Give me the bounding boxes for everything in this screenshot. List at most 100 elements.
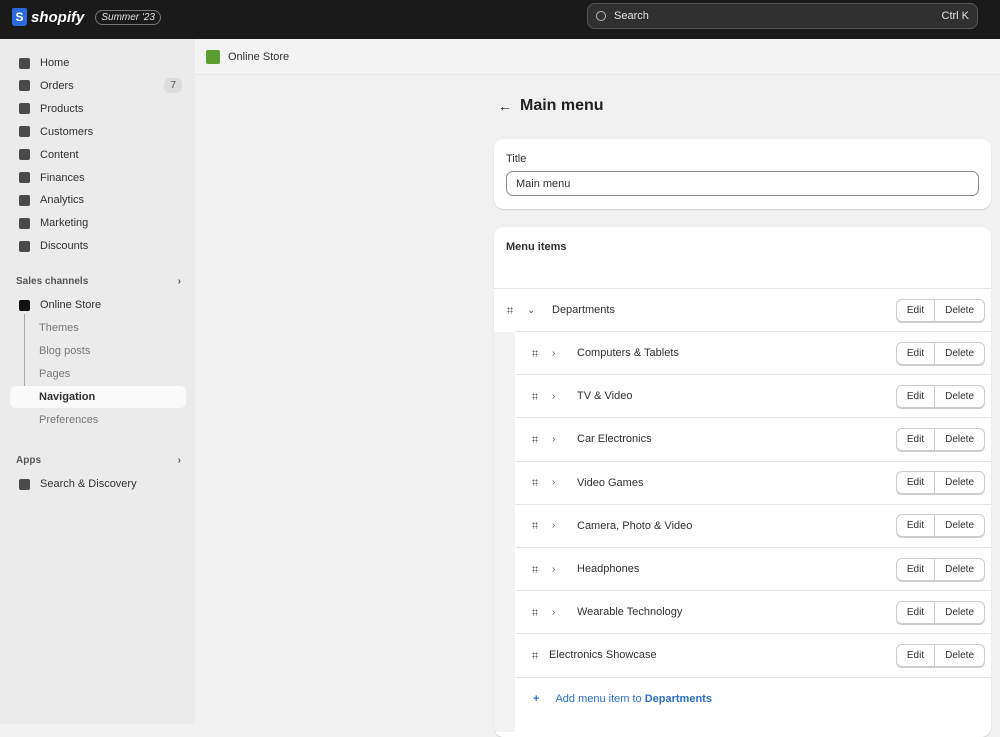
breadcrumb[interactable]: Online Store <box>195 39 1000 75</box>
delete-button[interactable]: Delete <box>934 601 984 623</box>
sidebar-item-label: Home <box>40 57 70 69</box>
sidebar-item-label: Navigation <box>39 390 96 403</box>
delete-button[interactable]: Delete <box>934 472 984 494</box>
search-icon <box>596 11 606 21</box>
sidebar-item-label: Finances <box>40 171 85 184</box>
drag-handle-icon[interactable] <box>532 435 538 443</box>
menu-item-row[interactable]: Electronics Showcase Edit Delete <box>515 633 991 677</box>
sidebar-item-themes[interactable]: Themes <box>10 317 186 339</box>
sidebar-item-label: Customers <box>40 125 94 138</box>
sales-channels-header[interactable]: Sales channels › <box>16 276 181 287</box>
sidebar-item-blog-posts[interactable]: Blog posts <box>10 340 186 362</box>
shopify-logo[interactable]: S shopify Summer '23 <box>12 8 161 26</box>
delete-button[interactable]: Delete <box>934 342 984 364</box>
menu-item-row[interactable]: › Headphones Edit Delete <box>515 547 991 590</box>
delete-button[interactable]: Delete <box>934 385 984 407</box>
sidebar-item-preferences[interactable]: Preferences <box>10 409 186 431</box>
edit-button[interactable]: Edit <box>897 602 934 623</box>
sidebar-item-pages[interactable]: Pages <box>10 363 186 385</box>
drag-handle-icon[interactable] <box>532 608 538 616</box>
sidebar-item-navigation[interactable]: Navigation <box>10 385 186 408</box>
menu-item-label: Wearable Technology <box>577 606 683 619</box>
chevron-right-icon[interactable]: › <box>552 391 562 402</box>
top-bar: S shopify Summer '23 Search Ctrl K <box>0 0 1000 39</box>
target-icon <box>19 217 30 229</box>
home-icon <box>19 57 30 69</box>
row-actions: Edit Delete <box>895 471 985 495</box>
delete-button[interactable]: Delete <box>934 428 984 450</box>
sidebar-item-finances[interactable]: Finances <box>10 167 186 189</box>
edit-button[interactable]: Edit <box>897 386 934 407</box>
row-actions: Edit Delete <box>895 600 985 624</box>
delete-button[interactable]: Delete <box>934 299 984 321</box>
row-actions: Edit Delete <box>895 427 985 451</box>
delete-button[interactable]: Delete <box>934 515 984 537</box>
sidebar-item-search-discovery[interactable]: Search & Discovery <box>10 473 186 495</box>
back-arrow-icon[interactable]: ← <box>498 98 512 114</box>
sidebar-item-label: Preferences <box>39 413 99 426</box>
sidebar-item-online-store[interactable]: Online Store <box>10 294 186 316</box>
menu-item-row[interactable]: › Video Games Edit Delete <box>515 460 991 504</box>
sidebar-item-customers[interactable]: Customers <box>10 121 186 143</box>
chevron-right-icon[interactable]: › <box>552 348 562 359</box>
sidebar-item-discounts[interactable]: Discounts <box>10 235 186 257</box>
edit-button[interactable]: Edit <box>897 429 934 450</box>
drag-handle-icon[interactable] <box>532 522 538 530</box>
chevron-right-icon[interactable]: › <box>552 434 562 445</box>
sidebar-item-marketing[interactable]: Marketing <box>10 212 186 234</box>
sidebar-item-content[interactable]: Content <box>10 144 186 166</box>
sidebar-item-label: Themes <box>39 322 79 334</box>
edit-button[interactable]: Edit <box>897 645 934 666</box>
menu-item-row-departments[interactable]: ⌄ Departments Edit Delete <box>494 288 991 331</box>
add-menu-item-button[interactable]: + Add menu item to Departments <box>515 677 991 720</box>
bar-chart-icon <box>19 194 30 206</box>
drag-handle-icon[interactable] <box>532 479 538 487</box>
edit-button[interactable]: Edit <box>897 515 934 536</box>
menu-item-row[interactable]: › Camera, Photo & Video Edit Delete <box>515 503 991 547</box>
sidebar-item-label: Orders <box>40 79 74 92</box>
drag-handle-icon[interactable] <box>532 565 538 573</box>
menu-item-row[interactable]: › Computers & Tablets Edit Delete <box>515 331 991 374</box>
edit-button[interactable]: Edit <box>897 343 934 364</box>
store-icon <box>19 299 30 311</box>
search-shortcut: Ctrl K <box>941 10 970 22</box>
title-value: Main menu <box>516 177 571 190</box>
sidebar-item-analytics[interactable]: Analytics <box>10 189 186 211</box>
chevron-down-icon[interactable]: ⌄ <box>527 305 537 316</box>
title-label: Title <box>506 153 527 165</box>
edit-button[interactable]: Edit <box>897 559 934 580</box>
drag-handle-icon[interactable] <box>532 349 538 357</box>
sidebar-item-home[interactable]: Home <box>10 52 186 74</box>
breadcrumb-label: Online Store <box>228 50 290 63</box>
image-icon <box>19 149 30 161</box>
chevron-right-icon[interactable]: › <box>552 564 562 575</box>
menu-item-row[interactable]: › TV & Video Edit Delete <box>515 374 991 418</box>
menu-item-label: Camera, Photo & Video <box>577 519 693 532</box>
sidebar-item-label: Search & Discovery <box>40 478 137 490</box>
menu-item-label: Electronics Showcase <box>549 649 657 662</box>
sidebar-item-orders[interactable]: Orders 7 <box>10 75 186 97</box>
delete-button[interactable]: Delete <box>934 558 984 580</box>
delete-button[interactable]: Delete <box>934 644 984 666</box>
chevron-right-icon[interactable]: › <box>552 607 562 618</box>
drag-handle-icon[interactable] <box>532 392 538 400</box>
bank-icon <box>19 172 30 183</box>
sidebar-item-products[interactable]: Products <box>10 98 186 120</box>
edit-button[interactable]: Edit <box>897 300 934 321</box>
row-actions: Edit Delete <box>895 557 985 581</box>
discount-icon <box>19 240 30 252</box>
chevron-right-icon[interactable]: › <box>552 520 562 531</box>
sidebar-item-label: Content <box>40 148 79 161</box>
menu-item-row[interactable]: › Car Electronics Edit Delete <box>515 417 991 461</box>
menu-item-row[interactable]: › Wearable Technology Edit Delete <box>515 590 991 634</box>
menu-item-label: Computers & Tablets <box>577 347 679 359</box>
menu-items-card: Menu items ⌄ Departments Edit Delete › Comput… <box>494 227 991 737</box>
page-title: Main menu <box>520 97 604 114</box>
apps-header[interactable]: Apps › <box>16 455 181 466</box>
search-input[interactable]: Search Ctrl K <box>587 3 978 29</box>
chevron-right-icon[interactable]: › <box>552 477 562 488</box>
drag-handle-icon[interactable] <box>532 651 538 659</box>
drag-handle-icon[interactable] <box>507 306 513 314</box>
edit-button[interactable]: Edit <box>897 472 934 493</box>
title-input[interactable]: Main menu <box>506 171 979 196</box>
